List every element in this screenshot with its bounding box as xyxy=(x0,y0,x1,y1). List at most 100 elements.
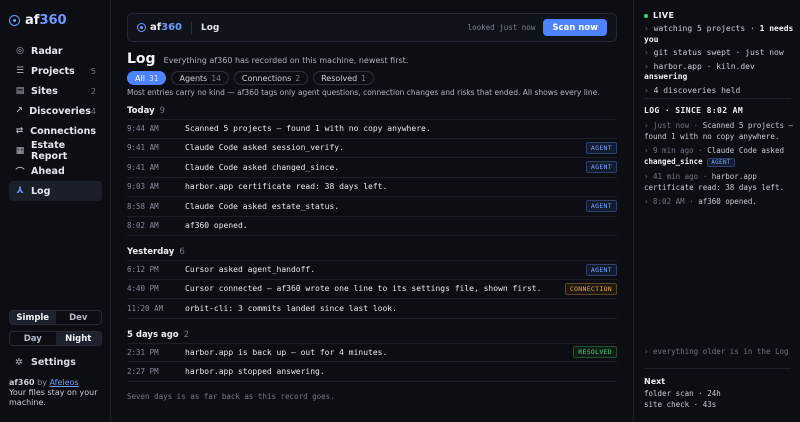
group-heading: Today 9 xyxy=(127,103,617,119)
breadcrumb: Log xyxy=(200,22,220,33)
mode-simple-button[interactable]: Simple xyxy=(10,311,56,324)
mode-dev-button[interactable]: Dev xyxy=(56,311,102,324)
sidebar-item-discoveries[interactable]: ↗ Discoveries 4 xyxy=(9,101,102,121)
kind-badge: CONNECTION xyxy=(564,282,617,295)
sidebar: af360 ◎ Radar ☰ Projects 5 ▤ Sites 2 ↗ D… xyxy=(0,0,111,422)
panel-log-item: › 8:02 AM · af360 opened. xyxy=(644,197,794,208)
log-row[interactable]: 11:20 AM orbit-cli: 3 commits landed sinc… xyxy=(127,299,617,319)
log-row[interactable]: 4:40 PM Cursor connected — af360 wrote on… xyxy=(127,280,617,299)
panel-log-when: 9 min ago xyxy=(653,146,694,155)
log-list: Today 9 9:44 AM Scanned 5 projects — found … xyxy=(127,103,617,401)
brand-logo[interactable]: af360 xyxy=(9,11,67,29)
log-text: af360 opened. xyxy=(185,221,248,231)
scan-now-button[interactable]: Scan now xyxy=(543,19,607,36)
log-time: 9:41 AM xyxy=(127,143,159,153)
author-link[interactable]: Afeleos xyxy=(49,378,78,387)
sidebar-item-estate-report[interactable]: ▦ Estate Report xyxy=(9,140,102,162)
live-item: › watching 5 projects · 1 needs you xyxy=(644,24,794,45)
live-list: › watching 5 projects · 1 needs you › git… xyxy=(644,24,794,99)
log-row[interactable]: 9:44 AM Scanned 5 projects — found 1 with… xyxy=(127,119,617,139)
log-time: 9:44 AM xyxy=(127,124,159,134)
brand-suffix: 360 xyxy=(39,12,67,28)
log-time: 2:27 PM xyxy=(127,366,159,376)
filter-count: 31 xyxy=(148,73,159,83)
filter-connections[interactable]: Connections 2 xyxy=(233,71,309,85)
filter-count: 1 xyxy=(361,73,367,83)
sidebar-item-radar[interactable]: ◎ Radar xyxy=(9,41,102,61)
sidebar-nav: ◎ Radar ☰ Projects 5 ▤ Sites 2 ↗ Discove… xyxy=(9,41,102,201)
group-heading: Yesterday 6 xyxy=(127,244,617,260)
sidebar-footer: af360 by Afeleos Your files stay on your… xyxy=(9,378,109,408)
log-row[interactable]: 9:41 AM Claude Code asked session_verify.… xyxy=(127,139,617,158)
chevron-right-icon: › xyxy=(644,48,654,57)
log-group: 9:44 AM Scanned 5 projects — found 1 with… xyxy=(127,119,617,236)
brand-suffix: 360 xyxy=(161,22,182,33)
log-text: Claude Code asked estate_status. xyxy=(185,201,340,211)
log-row[interactable]: 6:12 PM Cursor asked agent_handoff. AGENT xyxy=(127,260,617,280)
filter-chips: All 31 Agents 14 Connections 2 Resolved 1 xyxy=(127,71,379,85)
panel-log-highlight: changed_since xyxy=(644,156,703,166)
log-time: 9:03 AM xyxy=(127,182,159,192)
sidebar-item-label: Sites xyxy=(31,85,58,97)
theme-night-button[interactable]: Night xyxy=(55,332,101,345)
log-text: Claude Code asked session_verify. xyxy=(185,143,344,153)
log-time: 2:31 PM xyxy=(127,347,159,357)
main-content: af360 Log looked just now Scan now Log E… xyxy=(111,0,633,422)
filter-count: 14 xyxy=(211,73,221,83)
filter-all[interactable]: All 31 xyxy=(127,71,167,85)
connections-icon: ⇄ xyxy=(15,126,24,136)
separator: · xyxy=(698,172,712,181)
sidebar-item-label: Radar xyxy=(31,45,63,57)
filter-resolved[interactable]: Resolved 1 xyxy=(313,71,375,85)
kind-badge: AGENT xyxy=(707,157,735,167)
projects-icon: ☰ xyxy=(15,66,25,76)
group-heading: 5 days ago 2 xyxy=(127,327,617,343)
log-row[interactable]: 9:41 AM Claude Code asked changed_since. A… xyxy=(127,158,617,178)
divider xyxy=(190,21,192,34)
log-icon: ⅄ xyxy=(16,186,24,196)
group-count: 9 xyxy=(159,106,166,116)
theme-day-button[interactable]: Day xyxy=(10,332,56,345)
log-time: 6:12 PM xyxy=(127,265,159,275)
page-title: Log xyxy=(127,51,156,67)
panel-log-when: just now xyxy=(653,121,690,130)
brand-prefix: af xyxy=(150,22,162,33)
footer-app: af360 xyxy=(9,378,35,387)
live-text: git status swept · just now xyxy=(653,48,784,57)
sidebar-item-ahead[interactable]: ⌒ Ahead xyxy=(9,161,102,181)
report-icon: ▦ xyxy=(15,146,25,156)
log-row[interactable]: 8:02 AM af360 opened. xyxy=(127,217,617,236)
panel-log-text: af360 opened. xyxy=(698,197,757,206)
filter-agents[interactable]: Agents 14 xyxy=(171,71,229,85)
live-dot-icon xyxy=(644,13,648,18)
chevron-right-icon: › xyxy=(644,24,654,33)
sidebar-item-connections[interactable]: ⇄ Connections xyxy=(9,121,102,141)
older-link[interactable]: › everything older is in the Log xyxy=(644,347,789,356)
panel-log-item: › 41 min ago · harbor.app certificate re… xyxy=(644,172,794,193)
sidebar-item-sites[interactable]: ▤ Sites 2 xyxy=(9,81,102,101)
brand-prefix: af xyxy=(25,12,40,28)
filter-label: Connections xyxy=(241,73,292,83)
top-bar: af360 Log looked just now Scan now xyxy=(127,13,617,42)
sidebar-item-projects[interactable]: ☰ Projects 5 xyxy=(9,61,102,81)
sidebar-item-log[interactable]: ⅄ Log xyxy=(9,181,102,201)
log-row[interactable]: 9:03 AM harbor.app certificate read: 38 d… xyxy=(127,178,617,197)
settings-button[interactable]: ✲ Settings xyxy=(9,354,102,370)
live-highlight: answering xyxy=(644,72,688,81)
filter-count: 2 xyxy=(295,73,301,83)
chevron-right-icon: › xyxy=(644,85,654,95)
panel-log-when: 41 min ago xyxy=(653,172,699,181)
log-row[interactable]: 2:31 PM harbor.app is back up — out for 4… xyxy=(127,342,617,362)
filter-note: Most entries carry no kind — af360 tags … xyxy=(127,88,600,97)
sites-icon: ▤ xyxy=(15,86,25,96)
live-text: harbor.app · kiln.dev xyxy=(653,61,755,71)
log-row[interactable]: 8:58 AM Claude Code asked estate_status. A… xyxy=(127,197,617,217)
theme-toggle: Day Night xyxy=(9,331,102,346)
log-text: harbor.app stopped answering. xyxy=(185,366,325,376)
footer-tagline: Your files stay on your machine. xyxy=(9,388,98,407)
older-text: everything older is in the Log xyxy=(653,347,789,356)
group-count: 2 xyxy=(183,329,190,340)
log-row[interactable]: 2:27 PM harbor.app stopped answering. xyxy=(127,362,617,382)
log-text: Cursor asked agent_handoff. xyxy=(185,265,316,275)
